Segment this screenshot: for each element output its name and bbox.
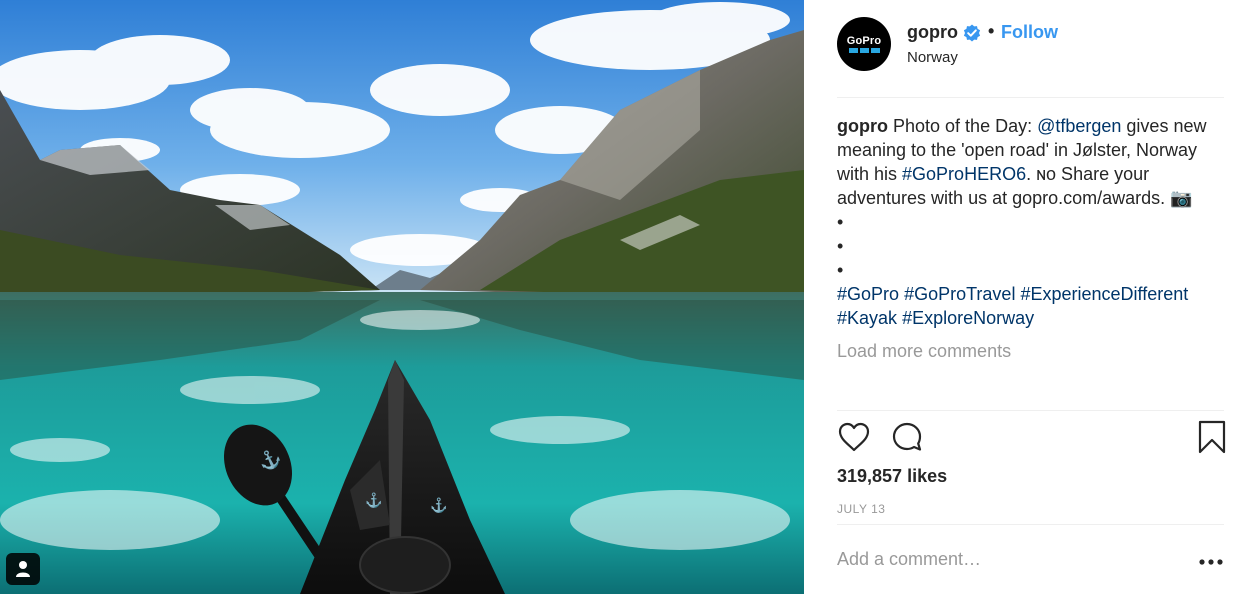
caption-hashtag-inline[interactable]: #GoProHERO6 bbox=[902, 164, 1026, 184]
comments-section: gopro Photo of the Day: @tfbergen gives … bbox=[837, 114, 1222, 410]
load-more-comments-button[interactable]: Load more comments bbox=[837, 341, 1222, 362]
caption-hashtags: #GoPro #GoProTravel #ExperienceDifferent… bbox=[837, 282, 1222, 330]
avatar[interactable]: GoPro bbox=[837, 17, 891, 71]
hashtag-link[interactable]: #GoProTravel bbox=[904, 284, 1015, 304]
comment-input-divider bbox=[837, 524, 1224, 525]
header-divider bbox=[837, 97, 1224, 98]
action-bar bbox=[837, 420, 1226, 454]
hashtag-link[interactable]: #Kayak bbox=[837, 308, 897, 328]
location-link[interactable]: Norway bbox=[907, 49, 958, 66]
person-icon bbox=[16, 561, 30, 577]
like-button[interactable] bbox=[837, 420, 871, 454]
likes-count[interactable]: 319,857 likes bbox=[837, 466, 947, 487]
heart-icon bbox=[838, 422, 870, 452]
avatar-logo-text: GoPro bbox=[846, 35, 882, 47]
caption-username[interactable]: gopro bbox=[837, 116, 888, 136]
gopro-logo-icon: GoPro bbox=[847, 35, 882, 53]
hashtag-link[interactable]: #GoPro bbox=[837, 284, 899, 304]
post-date[interactable]: JULY 13 bbox=[837, 502, 885, 516]
ellipsis-icon bbox=[1199, 559, 1223, 565]
post-sidebar: GoPro gopro • Follow Norway gopro Photo … bbox=[804, 0, 1234, 594]
add-comment-input[interactable] bbox=[837, 549, 1167, 570]
svg-text:⚓: ⚓ bbox=[430, 497, 447, 514]
username-link[interactable]: gopro bbox=[907, 22, 958, 43]
caption: gopro Photo of the Day: @tfbergen gives … bbox=[837, 114, 1222, 210]
comment-button[interactable] bbox=[890, 420, 924, 454]
more-options-button[interactable] bbox=[1198, 552, 1224, 572]
svg-text:⚓: ⚓ bbox=[365, 492, 382, 509]
caption-mention[interactable]: @tfbergen bbox=[1037, 116, 1121, 136]
kayak-fjord-image: ⚓ ⚓ ⚓ bbox=[0, 0, 804, 594]
caption-text-1: Photo of the Day: bbox=[888, 116, 1038, 136]
post-photo[interactable]: ⚓ ⚓ ⚓ bbox=[0, 0, 804, 594]
post-header: GoPro gopro • Follow Norway bbox=[804, 0, 1234, 97]
caption-bullet: • bbox=[837, 260, 844, 280]
hashtag-link[interactable]: #ExperienceDifferent bbox=[1020, 284, 1188, 304]
follow-button[interactable]: Follow bbox=[1001, 22, 1058, 43]
comment-bubble-icon bbox=[892, 422, 922, 451]
comments-divider bbox=[837, 410, 1224, 411]
caption-bullet: • bbox=[837, 212, 844, 232]
hashtag-link[interactable]: #ExploreNorway bbox=[902, 308, 1034, 328]
caption-bullet: • bbox=[837, 236, 844, 256]
save-button[interactable] bbox=[1195, 420, 1229, 454]
caption-bullets: • • • bbox=[837, 210, 1222, 282]
header-separator: • bbox=[988, 21, 995, 41]
partial-comment bbox=[837, 368, 1222, 378]
tagged-people-button[interactable] bbox=[6, 553, 40, 585]
bookmark-icon bbox=[1198, 420, 1226, 454]
verified-badge-icon bbox=[963, 24, 981, 47]
